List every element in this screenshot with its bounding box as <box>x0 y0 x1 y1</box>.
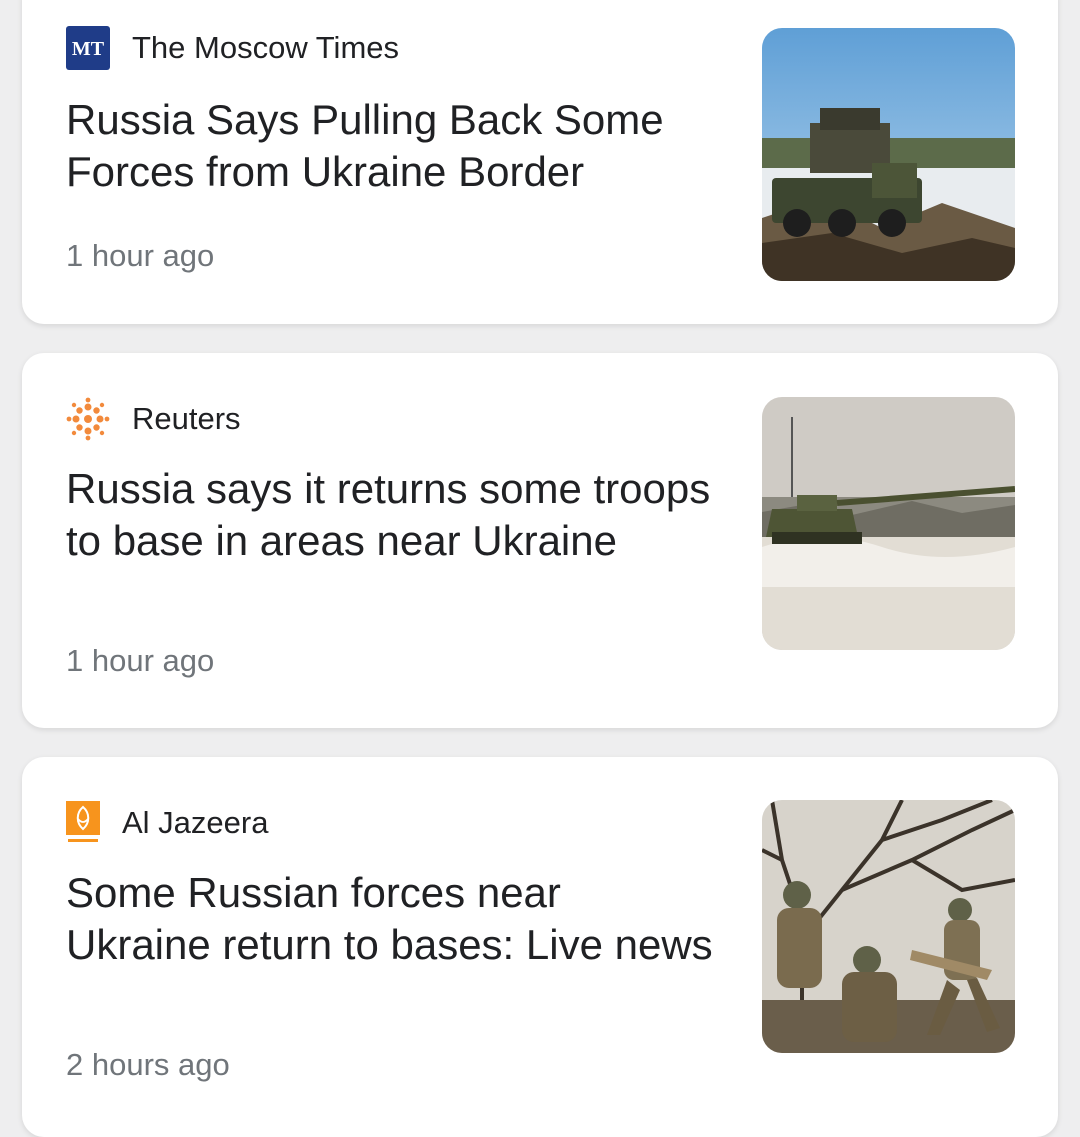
headline[interactable]: Some Russian forces near Ukraine return … <box>66 867 716 971</box>
al-jazeera-logo-icon <box>66 801 100 842</box>
source-row: Reuters <box>66 397 241 441</box>
article-thumbnail[interactable] <box>762 397 1015 650</box>
source-name: Al Jazeera <box>122 805 269 840</box>
headline[interactable]: Russia says it returns some troops to ba… <box>66 463 716 567</box>
timestamp: 2 hours ago <box>66 1047 230 1082</box>
reuters-logo-icon <box>66 397 110 441</box>
source-name: The Moscow Times <box>132 30 400 65</box>
article-thumbnail[interactable] <box>762 800 1015 1053</box>
timestamp: 1 hour ago <box>66 238 215 273</box>
moscow-times-logo-icon: MT <box>66 26 110 70</box>
news-card-3[interactable]: Al Jazeera Some Russian forces near Ukra… <box>22 757 1058 1137</box>
headline[interactable]: Russia Says Pulling Back Some Forces fro… <box>66 94 716 198</box>
news-card-2[interactable]: Reuters Russia says it returns some troo… <box>22 353 1058 728</box>
news-card-1[interactable]: MT The Moscow Times Russia Says Pulling … <box>22 0 1058 324</box>
timestamp: 1 hour ago <box>66 643 215 678</box>
source-row: Al Jazeera <box>66 801 268 845</box>
article-thumbnail[interactable] <box>762 28 1015 281</box>
source-name: Reuters <box>132 401 241 436</box>
moscow-times-logo-text: MT <box>72 38 105 60</box>
source-row: MT The Moscow Times <box>66 26 399 70</box>
